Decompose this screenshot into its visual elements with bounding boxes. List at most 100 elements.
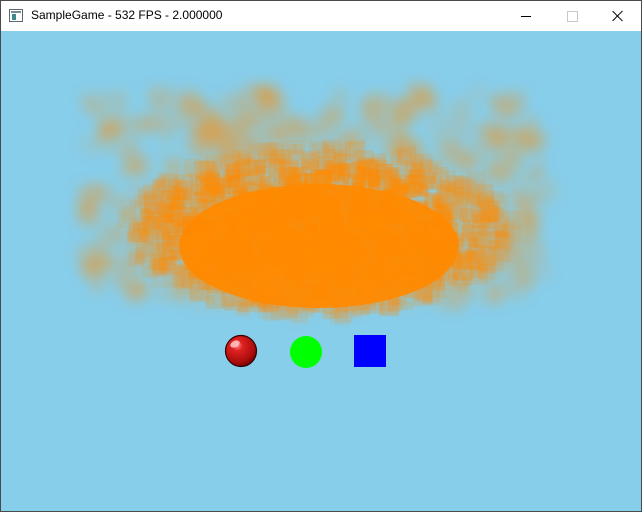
particle xyxy=(124,159,141,176)
game-window: SampleGame - 532 FPS - 2.000000 xyxy=(0,0,642,512)
particle xyxy=(284,239,299,255)
particle xyxy=(358,101,381,124)
particle xyxy=(146,115,161,130)
particle xyxy=(183,191,202,210)
particle xyxy=(361,269,370,278)
particle xyxy=(426,111,450,135)
particle xyxy=(471,85,484,98)
particle xyxy=(101,228,122,249)
particle xyxy=(158,214,178,234)
maximize-button[interactable] xyxy=(549,1,595,31)
particle xyxy=(373,248,384,259)
red-ball-sprite xyxy=(224,334,258,368)
particle xyxy=(534,154,545,165)
particle xyxy=(391,298,404,310)
particle xyxy=(274,153,293,173)
particle xyxy=(370,180,379,189)
particle xyxy=(490,285,503,298)
particle xyxy=(228,93,239,104)
particle xyxy=(485,231,502,248)
particle xyxy=(206,182,224,200)
particle xyxy=(396,98,420,123)
particle xyxy=(344,228,353,238)
particle xyxy=(264,253,279,268)
particle xyxy=(228,262,244,278)
particle xyxy=(351,193,369,211)
window-title: SampleGame - 532 FPS - 2.000000 xyxy=(31,8,223,22)
particle xyxy=(350,124,362,136)
particle xyxy=(114,275,128,289)
particle xyxy=(519,172,534,187)
particle xyxy=(433,236,445,248)
particle xyxy=(259,217,272,230)
particle xyxy=(485,163,497,176)
particle xyxy=(313,120,329,136)
particle xyxy=(386,263,399,276)
particle xyxy=(254,164,266,176)
minimize-button[interactable] xyxy=(503,1,549,31)
particle xyxy=(189,173,203,186)
particle xyxy=(364,137,375,148)
maximize-icon xyxy=(566,10,578,22)
particle xyxy=(276,294,286,303)
particle xyxy=(451,98,474,120)
particle xyxy=(196,100,207,112)
particle xyxy=(181,275,194,288)
particle xyxy=(217,212,228,223)
particle xyxy=(323,268,334,280)
particle xyxy=(395,244,408,257)
particle xyxy=(439,270,450,282)
particle xyxy=(281,191,301,211)
particle xyxy=(150,94,173,117)
particle xyxy=(375,241,384,250)
particle xyxy=(76,203,97,224)
particle xyxy=(501,280,518,297)
particle xyxy=(351,214,364,226)
particle xyxy=(201,111,226,135)
particle xyxy=(354,177,366,189)
particle xyxy=(357,277,371,291)
particle xyxy=(506,146,525,165)
particle xyxy=(195,218,210,233)
particle xyxy=(359,304,371,316)
particle xyxy=(146,210,155,219)
particle xyxy=(248,264,262,278)
title-bar[interactable]: SampleGame - 532 FPS - 2.000000 xyxy=(1,1,641,31)
orange-particle-cloud xyxy=(76,82,558,326)
particle xyxy=(504,216,515,227)
particle xyxy=(526,117,539,130)
particle xyxy=(92,254,110,272)
particle xyxy=(298,242,312,255)
particle xyxy=(394,184,411,200)
particle xyxy=(133,117,146,129)
particle xyxy=(368,215,388,235)
particle xyxy=(538,266,553,281)
particle xyxy=(156,256,176,276)
particle xyxy=(175,265,186,276)
particle xyxy=(256,195,267,205)
particle xyxy=(462,219,471,227)
close-button[interactable] xyxy=(595,1,641,31)
particle xyxy=(171,116,185,130)
particle xyxy=(239,279,251,291)
particle xyxy=(279,255,289,265)
game-viewport[interactable] xyxy=(1,31,641,511)
particle xyxy=(134,194,148,207)
particle xyxy=(81,265,94,278)
app-window-icon[interactable] xyxy=(9,9,23,22)
particle xyxy=(129,281,147,300)
particle xyxy=(213,158,225,171)
particle xyxy=(292,297,303,308)
particle xyxy=(258,292,271,305)
particle xyxy=(481,215,491,224)
particle xyxy=(163,156,183,175)
particle xyxy=(500,125,519,144)
particle xyxy=(285,281,296,292)
particle xyxy=(322,138,342,158)
particle xyxy=(235,301,251,317)
particle xyxy=(302,294,320,313)
particle xyxy=(360,292,373,305)
close-icon xyxy=(612,10,624,22)
particle xyxy=(287,261,305,279)
particle xyxy=(474,214,483,224)
